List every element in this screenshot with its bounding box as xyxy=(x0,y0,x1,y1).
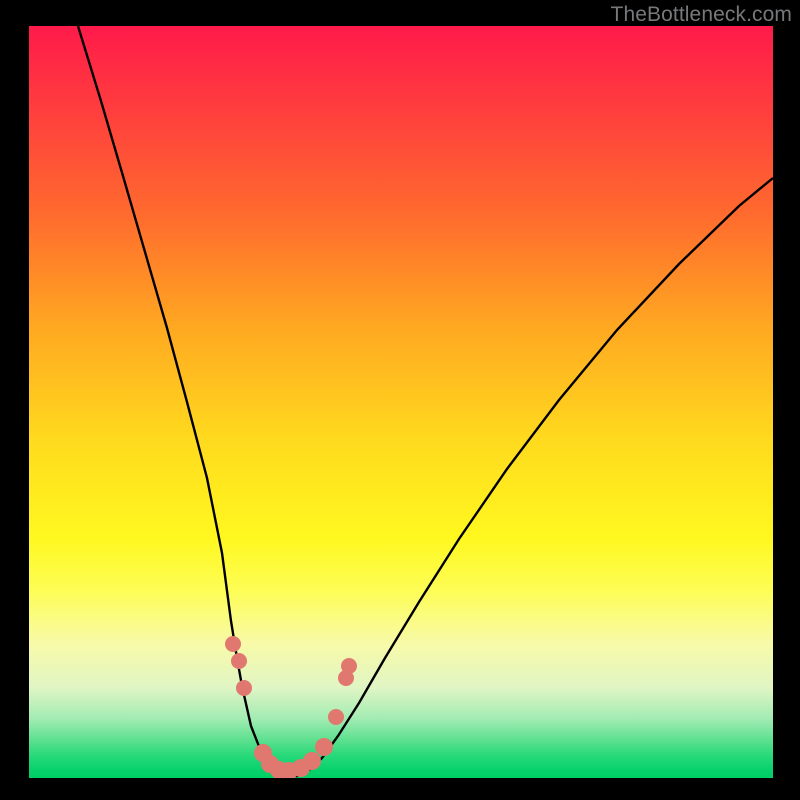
data-marker xyxy=(303,752,321,770)
data-marker xyxy=(341,658,357,674)
data-marker xyxy=(315,738,333,756)
data-marker xyxy=(328,709,344,725)
gradient-plot-area xyxy=(29,26,773,778)
watermark-text: TheBottleneck.com xyxy=(611,3,792,27)
bottleneck-curve xyxy=(78,26,773,776)
data-marker xyxy=(225,636,241,652)
data-marker xyxy=(231,653,247,669)
data-marker xyxy=(236,680,252,696)
curve-overlay xyxy=(29,26,773,778)
data-markers xyxy=(225,636,357,778)
